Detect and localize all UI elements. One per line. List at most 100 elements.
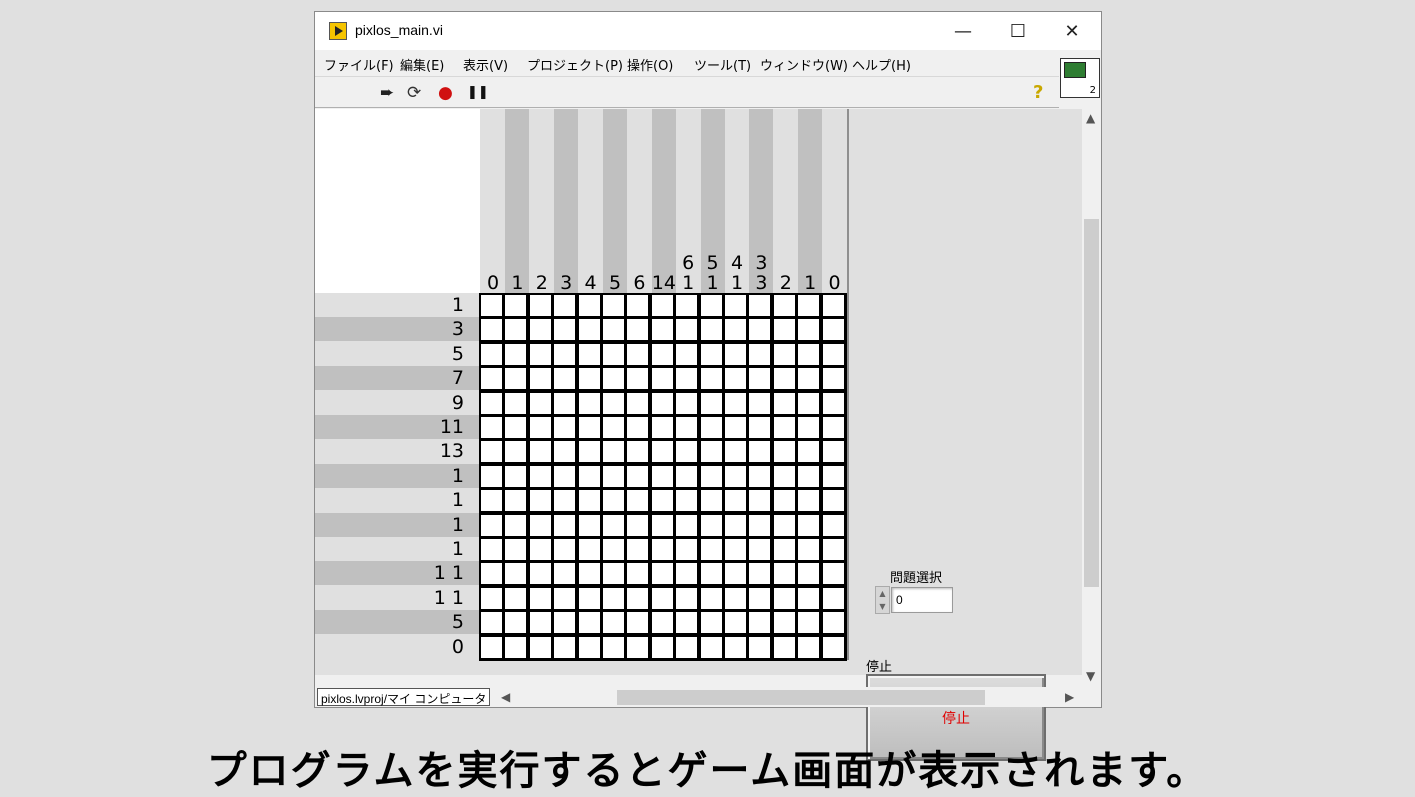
grid-cell[interactable] [725, 417, 746, 438]
grid-cell[interactable] [749, 539, 771, 560]
menu-window[interactable]: ウィンドウ(W) [760, 55, 848, 74]
grid-cell[interactable] [749, 587, 771, 609]
grid-cell[interactable] [603, 539, 624, 560]
grid-cell[interactable] [578, 441, 600, 463]
grid-cell[interactable] [529, 417, 551, 438]
grid-cell[interactable] [651, 343, 673, 365]
grid-cell[interactable] [529, 490, 551, 512]
grid-cell[interactable] [725, 343, 746, 365]
menu-operate[interactable]: 操作(O) [627, 55, 673, 74]
vertical-scrollbar[interactable]: ▲ ▼ [1082, 109, 1101, 689]
grid-cell[interactable] [529, 612, 551, 634]
grid-cell[interactable] [798, 490, 820, 512]
grid-cell[interactable] [773, 368, 795, 390]
grid-cell[interactable] [651, 417, 673, 438]
grid-cell[interactable] [554, 295, 576, 316]
grid-cell[interactable] [700, 539, 722, 560]
grid-cell[interactable] [578, 636, 600, 658]
grid-cell[interactable] [578, 563, 600, 585]
grid-cell[interactable] [505, 490, 527, 512]
grid-cell[interactable] [725, 295, 746, 316]
grid-cell[interactable] [651, 539, 673, 560]
grid-cell[interactable] [481, 465, 502, 487]
grid-cell[interactable] [725, 392, 746, 414]
grid-cell[interactable] [773, 612, 795, 634]
grid-cell[interactable] [481, 636, 502, 658]
grid-cell[interactable] [603, 514, 624, 536]
grid-cell[interactable] [529, 368, 551, 390]
grid-cell[interactable] [822, 392, 844, 414]
menu-view[interactable]: 表示(V) [463, 55, 508, 74]
menu-edit[interactable]: 編集(E) [400, 55, 444, 74]
grid-cell[interactable] [700, 417, 722, 438]
grid-cell[interactable] [700, 514, 722, 536]
grid-cell[interactable] [822, 295, 844, 316]
grid-cell[interactable] [700, 319, 722, 341]
grid-cell[interactable] [725, 636, 746, 658]
grid-cell[interactable] [700, 368, 722, 390]
scroll-down-icon[interactable]: ▼ [1086, 669, 1095, 683]
run-arrow-icon[interactable]: ➨ [380, 83, 394, 103]
grid-cell[interactable] [529, 636, 551, 658]
grid-cell[interactable] [773, 441, 795, 463]
grid-cell[interactable] [725, 587, 746, 609]
grid-cell[interactable] [505, 563, 527, 585]
grid-cell[interactable] [798, 612, 820, 634]
grid-cell[interactable] [676, 417, 698, 438]
grid-cell[interactable] [798, 539, 820, 560]
grid-cell[interactable] [481, 368, 502, 390]
grid-cell[interactable] [773, 343, 795, 365]
problem-select-input[interactable]: 0 [891, 587, 953, 613]
grid-cell[interactable] [627, 563, 649, 585]
grid-cell[interactable] [676, 539, 698, 560]
grid-cell[interactable] [749, 465, 771, 487]
grid-cell[interactable] [700, 441, 722, 463]
grid-cell[interactable] [627, 514, 649, 536]
grid-cell[interactable] [651, 612, 673, 634]
grid-cell[interactable] [603, 319, 624, 341]
grid-cell[interactable] [773, 295, 795, 316]
grid-cell[interactable] [773, 539, 795, 560]
grid-cell[interactable] [627, 636, 649, 658]
grid-cell[interactable] [773, 465, 795, 487]
grid-cell[interactable] [700, 612, 722, 634]
close-button[interactable]: ✕ [1049, 12, 1095, 50]
grid-cell[interactable] [749, 490, 771, 512]
grid-cell[interactable] [578, 343, 600, 365]
grid-cell[interactable] [773, 490, 795, 512]
grid-cell[interactable] [725, 563, 746, 585]
grid-cell[interactable] [603, 612, 624, 634]
grid-cell[interactable] [651, 636, 673, 658]
grid-cell[interactable] [505, 636, 527, 658]
grid-cell[interactable] [578, 368, 600, 390]
grid-cell[interactable] [627, 490, 649, 512]
grid-cell[interactable] [773, 392, 795, 414]
grid-cell[interactable] [505, 417, 527, 438]
grid-cell[interactable] [676, 392, 698, 414]
grid-cell[interactable] [798, 465, 820, 487]
grid-cell[interactable] [822, 612, 844, 634]
spinner-arrows-icon[interactable]: ▲ ▼ [875, 586, 890, 614]
grid-cell[interactable] [822, 343, 844, 365]
grid-cell[interactable] [505, 612, 527, 634]
grid-cell[interactable] [822, 417, 844, 438]
grid-cell[interactable] [554, 417, 576, 438]
grid-cell[interactable] [773, 319, 795, 341]
grid-cell[interactable] [529, 465, 551, 487]
scroll-right-icon[interactable]: ▶ [1065, 690, 1074, 704]
grid-cell[interactable] [603, 465, 624, 487]
grid-cell[interactable] [481, 392, 502, 414]
grid-cell[interactable] [529, 514, 551, 536]
grid-cell[interactable] [725, 441, 746, 463]
grid-cell[interactable] [676, 319, 698, 341]
grid-cell[interactable] [822, 539, 844, 560]
grid-cell[interactable] [700, 563, 722, 585]
grid-cell[interactable] [676, 563, 698, 585]
grid-cell[interactable] [651, 490, 673, 512]
grid-cell[interactable] [505, 392, 527, 414]
grid-cell[interactable] [529, 441, 551, 463]
grid-cell[interactable] [676, 490, 698, 512]
grid-cell[interactable] [676, 612, 698, 634]
grid-cell[interactable] [676, 587, 698, 609]
grid-cell[interactable] [725, 514, 746, 536]
